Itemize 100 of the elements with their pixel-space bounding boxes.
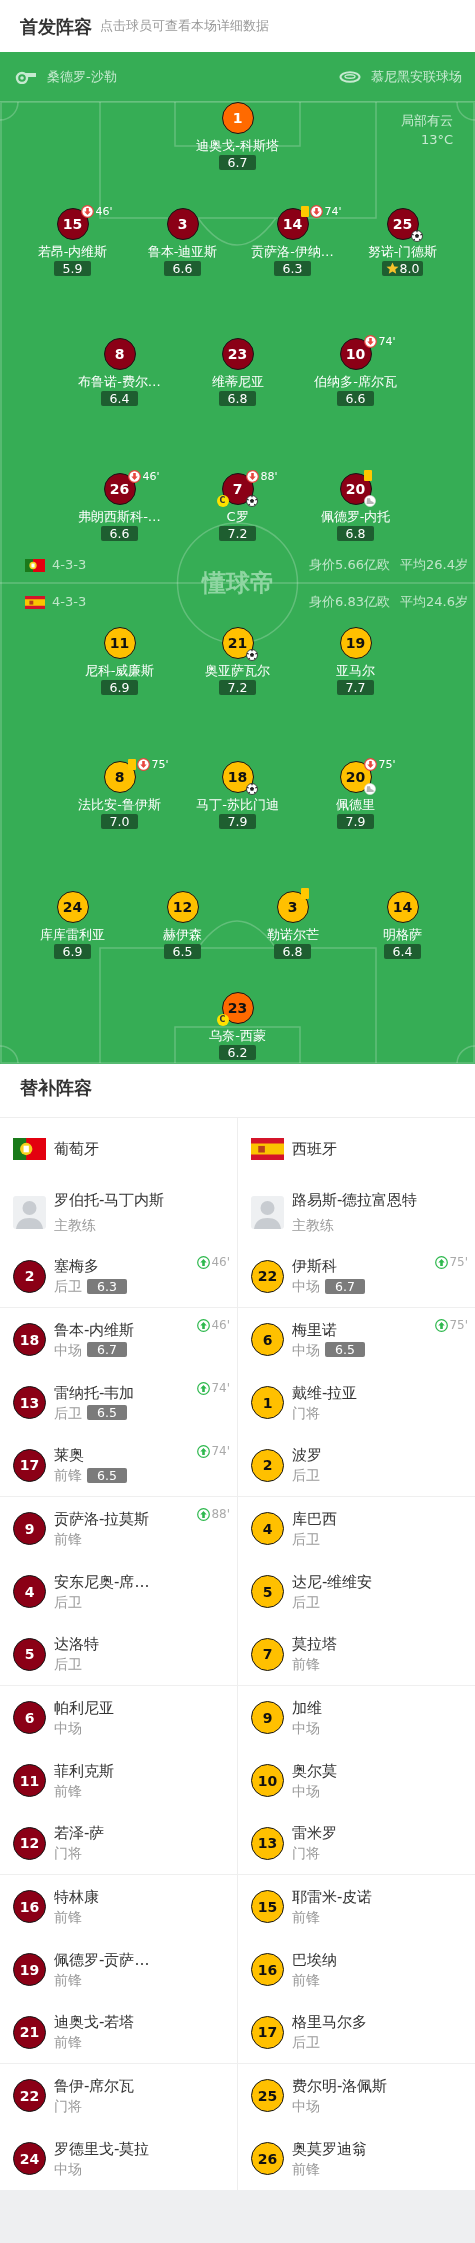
rating-badge: 6.6 bbox=[164, 261, 201, 276]
player-name: 马丁-苏比门迪 bbox=[196, 796, 279, 814]
rating-badge: 7.0 bbox=[101, 814, 138, 829]
rating-badge: 6.2 bbox=[219, 1045, 256, 1060]
player-marker: 21 bbox=[13, 2015, 46, 2049]
boot-icon bbox=[363, 783, 376, 795]
player-marker: 22 bbox=[251, 1259, 284, 1293]
player-marker[interactable]: 11 bbox=[103, 627, 136, 659]
player-marker[interactable]: 23 bbox=[221, 338, 254, 370]
substitute-row[interactable]: 4 库巴西 后卫 bbox=[238, 1497, 475, 1560]
substitute-row[interactable]: 9 加维 中场 bbox=[238, 1686, 475, 1749]
player-marker[interactable]: 24 bbox=[56, 891, 89, 923]
player-marker[interactable]: 8 bbox=[103, 338, 136, 370]
player-marker: 4 bbox=[251, 1512, 284, 1545]
flag-icon bbox=[25, 558, 45, 572]
player-marker[interactable]: 25 bbox=[386, 208, 419, 240]
player-marker: 16 bbox=[251, 1953, 284, 1986]
coach-name: 罗伯托-马丁内斯 bbox=[54, 1189, 165, 1211]
player-position: 门将 bbox=[292, 1844, 320, 1863]
substitute-row[interactable]: 5 达洛特 后卫 bbox=[0, 1623, 237, 1686]
player-marker[interactable]: 26 bbox=[103, 473, 136, 505]
down-arrow-icon bbox=[136, 758, 150, 771]
player-name: 迪奥戈-若塔 bbox=[54, 2012, 135, 2032]
player-marker[interactable]: 21 bbox=[221, 627, 254, 659]
player-name: 奥尔莫 bbox=[292, 1760, 337, 1781]
whistle-icon bbox=[15, 69, 37, 84]
substitution-minute: 74' bbox=[211, 1445, 230, 1458]
player-position: 中场 bbox=[292, 1340, 320, 1360]
player-marker[interactable]: 14 bbox=[386, 891, 419, 923]
substitute-row[interactable]: 5 达尼-维维安 后卫 bbox=[238, 1560, 475, 1623]
player-marker: 15 bbox=[251, 1890, 284, 1923]
player-name: 若泽-萨 bbox=[54, 1823, 105, 1843]
squad-value: 身价5.66亿欧 bbox=[309, 556, 391, 575]
rating-badge: 7.2 bbox=[219, 680, 256, 695]
player-name: 费尔明-洛佩斯 bbox=[292, 2075, 388, 2096]
captain-badge: C bbox=[216, 495, 229, 507]
player-name: 格里马尔多 bbox=[292, 2012, 367, 2032]
formation-text: 4-3-3 bbox=[52, 556, 87, 575]
player-marker: 6 bbox=[13, 1701, 46, 1734]
player-marker: 1 bbox=[251, 1386, 284, 1419]
player-marker[interactable]: 3 bbox=[276, 891, 309, 923]
down-arrow-icon bbox=[309, 205, 323, 218]
player-marker[interactable]: 12 bbox=[166, 891, 199, 923]
substitute-row[interactable]: 1 戴维-拉亚 门将 bbox=[238, 1371, 475, 1434]
substitute-row[interactable]: 2 波罗 后卫 bbox=[238, 1434, 475, 1497]
player-position: 前锋 bbox=[292, 1907, 320, 1927]
player-name: 加维 bbox=[292, 1697, 322, 1718]
team-name: 葡萄牙 bbox=[54, 1138, 99, 1160]
player-marker: 4 bbox=[13, 1575, 46, 1608]
player-position: 中场 bbox=[54, 1718, 82, 1738]
rating-badge: 6.6 bbox=[101, 526, 138, 541]
player-name: 安东尼奥-席… bbox=[54, 1571, 150, 1592]
substitute-row[interactable]: 6 帕利尼亚 中场 bbox=[0, 1686, 237, 1749]
player-position: 后卫 bbox=[292, 2033, 320, 2052]
substitute-row[interactable]: 7 莫拉塔 前锋 bbox=[238, 1623, 475, 1686]
player-position: 后卫 bbox=[54, 1655, 82, 1674]
player-name: 雷米罗 bbox=[292, 1823, 337, 1843]
rating-badge: 6.6 bbox=[337, 391, 374, 406]
substitute-row[interactable]: 9 贡萨洛-拉莫斯 前锋 88' bbox=[0, 1497, 237, 1560]
rating-badge: 6.8 bbox=[274, 944, 311, 959]
booking-card-icon bbox=[127, 759, 136, 770]
player-name: 维蒂尼亚 bbox=[211, 373, 264, 391]
player-name: C罗 bbox=[226, 508, 249, 526]
player-name: 鲁本-迪亚斯 bbox=[147, 243, 218, 261]
player-name: 耶雷米-皮诺 bbox=[292, 1886, 373, 1907]
player-name: 赫伊森 bbox=[163, 926, 202, 944]
player-name: 罗德里戈-莫拉 bbox=[54, 2138, 150, 2159]
rating-badge: 6.7 bbox=[87, 1342, 127, 1357]
substitute-row[interactable]: 2 塞梅多 后卫 6.3 46' bbox=[0, 1245, 237, 1308]
player-marker[interactable]: 18 bbox=[221, 761, 254, 793]
player-marker[interactable]: 10 bbox=[339, 338, 372, 370]
substitution-minute: 75' bbox=[378, 758, 396, 771]
substitution-minute: 74' bbox=[378, 335, 396, 348]
player-name: 贡萨洛-伊纳… bbox=[251, 243, 334, 261]
player-name: 勒诺尔芒 bbox=[266, 926, 319, 944]
player-marker[interactable]: 15 bbox=[56, 208, 89, 240]
substitution-minute: 74' bbox=[324, 205, 342, 218]
coach-name: 路易斯-德拉富恩特 bbox=[292, 1189, 418, 1211]
player-name: 库库雷利亚 bbox=[40, 926, 105, 944]
rating-badge: 6.9 bbox=[54, 944, 91, 959]
substitute-row[interactable]: 6 梅里诺 中场 6.5 75' bbox=[238, 1308, 475, 1371]
player-marker[interactable]: 20 bbox=[339, 473, 372, 505]
player-position: 前锋 bbox=[54, 1466, 82, 1485]
booking-card-icon bbox=[300, 888, 309, 899]
flag-icon bbox=[251, 1138, 284, 1160]
player-marker[interactable]: 3 bbox=[166, 208, 199, 240]
player-name: 努诺-门德斯 bbox=[367, 243, 438, 261]
player-marker[interactable]: 14 bbox=[276, 208, 309, 240]
player-name: 布鲁诺-费尔… bbox=[78, 373, 161, 391]
player-marker[interactable]: 8 bbox=[103, 761, 136, 793]
down-arrow-icon bbox=[363, 335, 377, 348]
player-name: 莱奥 bbox=[54, 1445, 85, 1465]
player-name: 奥亚萨瓦尔 bbox=[205, 662, 270, 680]
player-marker[interactable]: 19 bbox=[339, 627, 372, 659]
substitute-row[interactable]: 4 安东尼奥-席… 后卫 bbox=[0, 1560, 237, 1623]
coach-role: 主教练 bbox=[54, 1215, 97, 1235]
player-name: 明格萨 bbox=[383, 926, 422, 944]
player-position: 后卫 bbox=[54, 1403, 82, 1423]
ball-icon bbox=[410, 230, 423, 242]
player-name: 达洛特 bbox=[54, 1634, 99, 1654]
